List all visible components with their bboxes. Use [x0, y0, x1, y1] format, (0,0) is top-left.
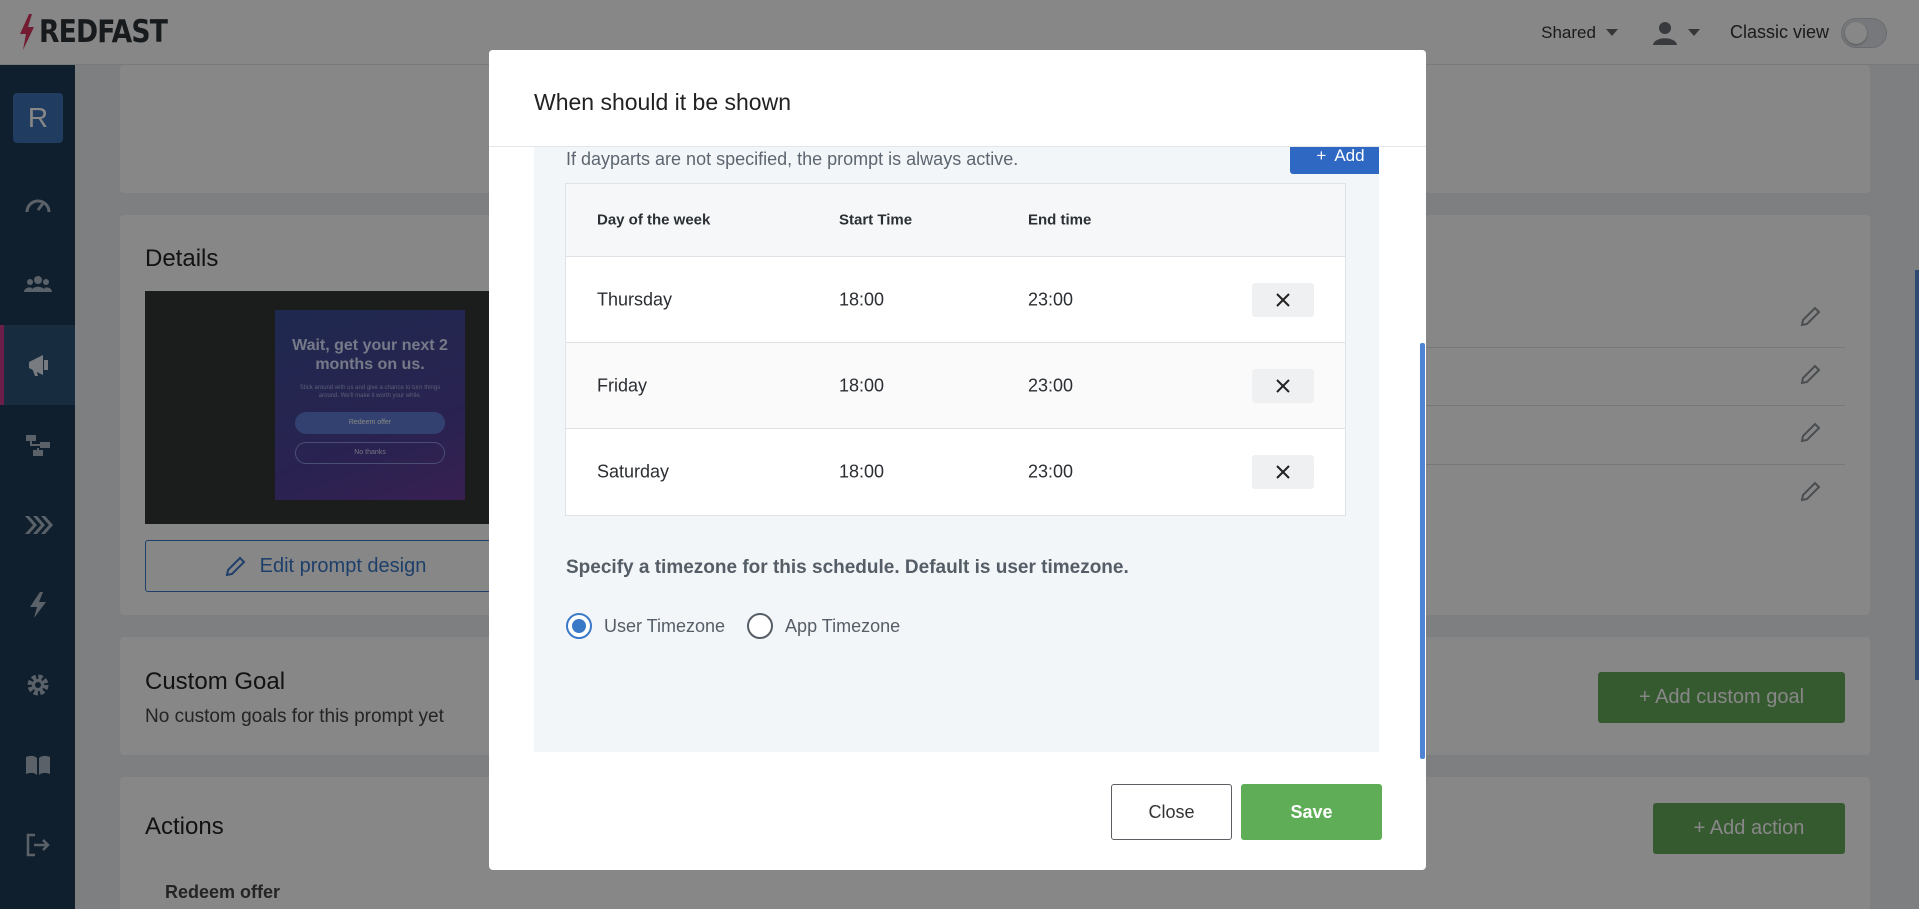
table-row: Thursday 18:00 23:00 — [566, 257, 1345, 343]
timezone-radio-group: User Timezone App Timezone — [566, 613, 922, 639]
day-cell: Thursday — [597, 289, 673, 309]
save-button[interactable]: Save — [1241, 784, 1382, 840]
table-header: Day of the week Start Time End time — [566, 184, 1345, 257]
add-daypart-label: Add — [1334, 147, 1365, 165]
modal-body: + Add If dayparts are not specified, the… — [534, 147, 1379, 752]
table-row: Saturday 18:00 23:00 — [566, 429, 1345, 515]
column-header-day: Day of the week — [597, 211, 711, 229]
user-timezone-label[interactable]: User Timezone — [604, 616, 725, 637]
day-cell: Saturday — [597, 461, 670, 482]
start-time-cell: 18:00 — [839, 461, 885, 482]
modal-scrollbar-thumb[interactable] — [1420, 343, 1425, 759]
daypart-note: If dayparts are not specified, the promp… — [566, 149, 1019, 169]
start-time-cell: 18:00 — [839, 289, 885, 309]
timezone-title: Specify a timezone for this schedule. De… — [566, 557, 1129, 578]
plus-icon: + — [1316, 147, 1327, 165]
close-icon — [1276, 378, 1290, 393]
modal-title: When should it be shown — [534, 89, 791, 115]
delete-row-button[interactable] — [1252, 455, 1314, 489]
daypart-table: Day of the week Start Time End time Thur… — [565, 183, 1346, 516]
end-time-cell: 23:00 — [1028, 461, 1074, 482]
user-timezone-radio[interactable] — [566, 613, 592, 639]
close-button[interactable]: Close — [1111, 784, 1232, 840]
app-timezone-radio[interactable] — [747, 613, 774, 639]
end-time-cell: 23:00 — [1028, 289, 1074, 309]
app-timezone-label[interactable]: App Timezone — [785, 616, 900, 637]
column-header-start: Start Time — [839, 211, 913, 229]
column-header-end: End time — [1028, 211, 1092, 229]
modal-header: When should it be shown — [489, 50, 1426, 147]
day-cell: Friday — [597, 375, 648, 395]
start-time-cell: 18:00 — [839, 375, 885, 395]
table-row: Friday 18:00 23:00 — [566, 343, 1345, 429]
delete-row-button[interactable] — [1252, 282, 1314, 317]
close-icon — [1276, 465, 1290, 479]
delete-row-button[interactable] — [1252, 368, 1314, 403]
close-icon — [1276, 292, 1290, 307]
add-daypart-button[interactable]: + Add — [1290, 147, 1379, 174]
end-time-cell: 23:00 — [1028, 375, 1074, 395]
schedule-modal: When should it be shown + Add If daypart… — [489, 50, 1426, 870]
